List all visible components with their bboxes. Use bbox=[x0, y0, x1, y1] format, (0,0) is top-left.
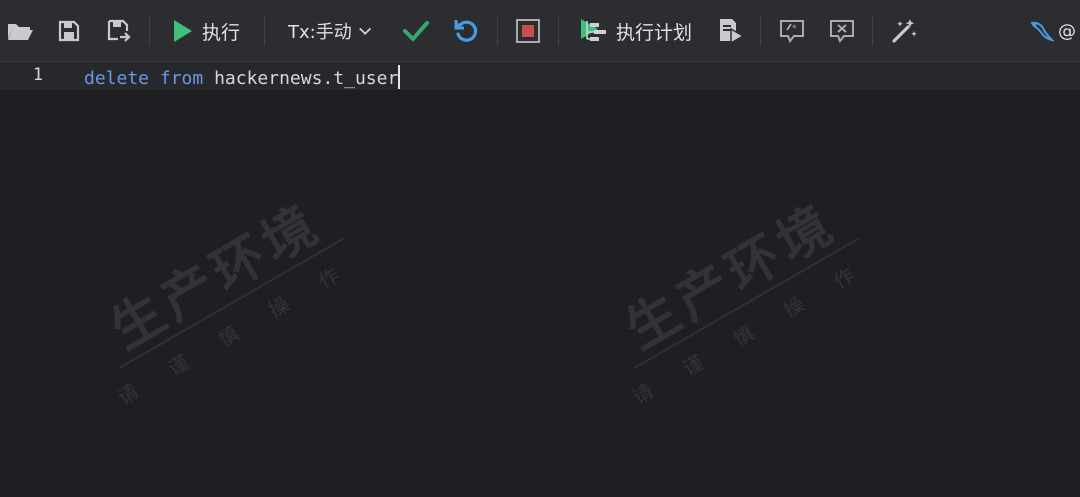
transaction-mode-label: Tx:手动 bbox=[288, 22, 352, 43]
save-icon[interactable] bbox=[54, 12, 84, 50]
watermark-divider bbox=[633, 237, 860, 370]
svg-text:*: * bbox=[792, 24, 797, 34]
stop-icon[interactable] bbox=[512, 12, 544, 50]
watermark-title: 生产环境 bbox=[101, 193, 332, 362]
explain-plan-button[interactable]: 执行计划 bbox=[578, 12, 698, 50]
watermark-subtitle: 请谨慎操作 bbox=[113, 243, 377, 410]
run-label: 执行 bbox=[202, 21, 241, 44]
comment-icon[interactable]: * bbox=[776, 12, 808, 50]
watermark-title: 生产环境 bbox=[616, 193, 847, 362]
keyword-delete: delete bbox=[84, 68, 150, 89]
explain-plan-icon bbox=[581, 19, 606, 41]
toolbar-separator bbox=[497, 16, 498, 46]
production-watermark: 生产环境 请谨慎操作 bbox=[560, 130, 920, 453]
connection-label: @ bbox=[1058, 20, 1076, 42]
sql-editor[interactable]: 1 delete from hackernews.t_user 生产环境 请谨慎… bbox=[0, 62, 1080, 497]
mysql-dolphin-icon bbox=[1030, 21, 1054, 42]
commit-check-icon[interactable] bbox=[400, 12, 432, 50]
toolbar-separator bbox=[264, 16, 265, 46]
chevron-down-icon bbox=[358, 27, 371, 35]
toolbar-separator bbox=[149, 16, 150, 46]
table-name: hackernews.t_user bbox=[214, 68, 399, 89]
run-button[interactable]: 执行 bbox=[170, 12, 250, 50]
sql-console-window: 执行 Tx:手动 执行计划 * @ 1 delete from hackerne… bbox=[0, 0, 1080, 497]
uncomment-icon[interactable] bbox=[826, 12, 858, 50]
run-script-icon[interactable] bbox=[714, 12, 746, 50]
transaction-mode-dropdown[interactable]: Tx:手动 bbox=[288, 12, 372, 50]
production-watermark: 生产环境 请谨慎操作 bbox=[45, 130, 405, 453]
toolbar-separator bbox=[558, 16, 559, 46]
keyword-from: from bbox=[159, 68, 204, 89]
play-icon bbox=[174, 20, 192, 42]
code-line[interactable]: delete from hackernews.t_user bbox=[84, 65, 401, 89]
rollback-icon[interactable] bbox=[450, 12, 482, 50]
text-caret bbox=[398, 65, 401, 89]
save-as-icon[interactable] bbox=[104, 12, 134, 50]
line-number: 1 bbox=[32, 65, 44, 85]
open-folder-icon[interactable] bbox=[4, 12, 36, 50]
watermark-subtitle: 请谨慎操作 bbox=[628, 243, 892, 410]
watermark-divider bbox=[118, 237, 345, 370]
toolbar-separator bbox=[760, 16, 761, 46]
explain-plan-label: 执行计划 bbox=[616, 21, 693, 44]
toolbar-separator bbox=[872, 16, 873, 46]
toolbar: 执行 Tx:手动 执行计划 * @ bbox=[0, 0, 1080, 62]
format-magic-wand-icon[interactable] bbox=[888, 12, 920, 50]
connection-selector[interactable]: @ bbox=[1028, 12, 1080, 50]
